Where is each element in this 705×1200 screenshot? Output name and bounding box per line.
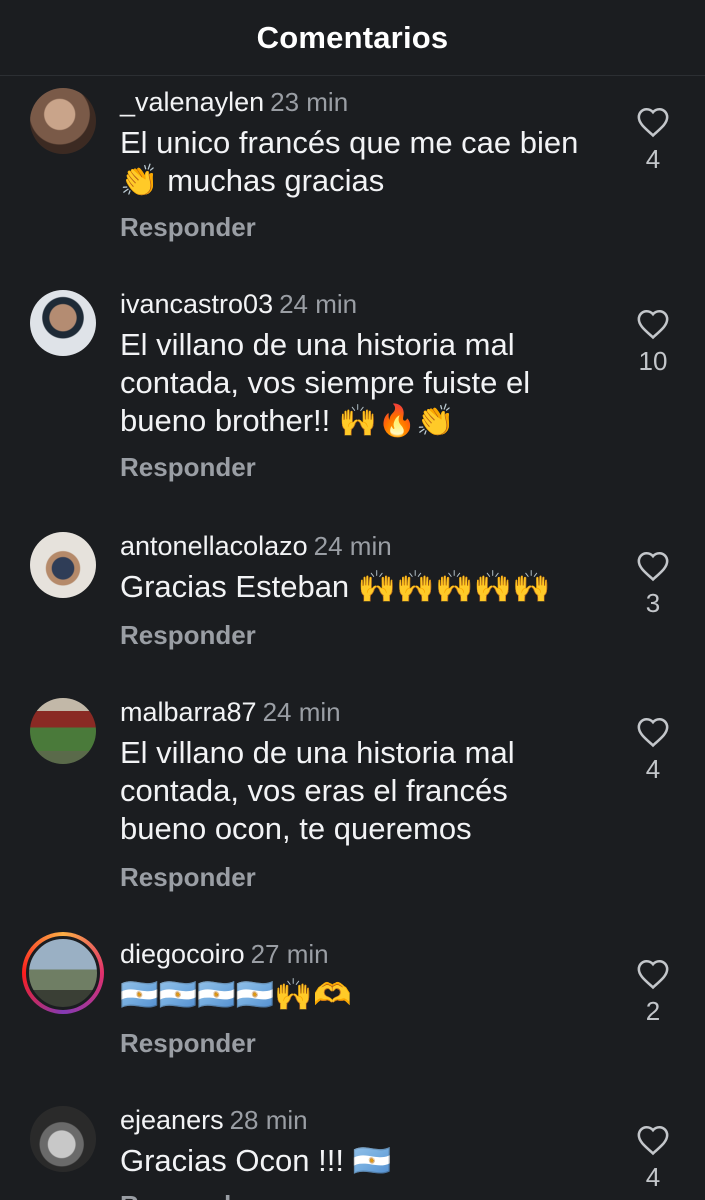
like-control[interactable]: 4 [632, 716, 674, 785]
timestamp: 27 min [250, 939, 329, 969]
like-count: 4 [645, 754, 661, 784]
avatar-story-ring[interactable] [22, 932, 104, 1014]
page-title: Comentarios [256, 19, 449, 55]
comment-text: Gracias Esteban 🙌🙌🙌🙌🙌 [120, 569, 551, 604]
avatar[interactable] [30, 698, 96, 764]
avatar[interactable] [30, 290, 96, 356]
timestamp: 24 min [279, 289, 358, 319]
heart-icon[interactable] [636, 308, 670, 340]
heart-icon[interactable] [636, 1124, 670, 1156]
username[interactable]: antonellacolazo [120, 531, 308, 561]
comment-text: El villano de una historia mal contada, … [120, 327, 531, 438]
comment-text: El unico francés que me cae bien 👏 mucha… [120, 125, 579, 198]
reply-button[interactable]: Responder [120, 620, 256, 651]
timestamp: 24 min [313, 531, 392, 561]
reply-button[interactable]: Responder [120, 1028, 256, 1059]
comment-meta: ejeaners 28 min [120, 1102, 308, 1143]
comment-meta: malbarra87 24 min [120, 694, 341, 735]
avatar [26, 936, 100, 1010]
like-count: 2 [645, 996, 661, 1026]
reply-button[interactable]: Responder [120, 862, 256, 893]
like-control[interactable]: 4 [632, 1124, 674, 1193]
comment-text: 🇦🇷🇦🇷🇦🇷🇦🇷🙌🫶 [120, 977, 352, 1012]
like-count: 10 [638, 346, 668, 376]
comment-meta: antonellacolazo 24 min [120, 528, 392, 569]
timestamp: 24 min [262, 697, 341, 727]
timestamp: 23 min [270, 87, 349, 117]
reply-button[interactable]: Responder [120, 452, 256, 483]
heart-icon[interactable] [636, 958, 670, 990]
comments-header: Comentarios [0, 0, 705, 76]
like-count: 4 [645, 1162, 661, 1192]
heart-icon[interactable] [636, 550, 670, 582]
avatar[interactable] [30, 88, 96, 154]
like-control[interactable]: 3 [632, 550, 674, 619]
username[interactable]: ivancastro03 [120, 289, 273, 319]
timestamp: 28 min [229, 1105, 308, 1135]
reply-button[interactable]: Responder [120, 212, 256, 243]
avatar[interactable] [30, 1106, 96, 1172]
avatar[interactable] [30, 532, 96, 598]
username[interactable]: malbarra87 [120, 697, 257, 727]
like-control[interactable]: 10 [632, 308, 674, 377]
comments-list[interactable]: _valenaylen 23 min El unico francés que m… [0, 78, 705, 1200]
reply-button[interactable]: Responder [120, 1190, 256, 1200]
username[interactable]: ejeaners [120, 1105, 224, 1135]
comment-meta: diegocoiro 27 min [120, 936, 329, 977]
username[interactable]: _valenaylen [120, 87, 264, 117]
heart-icon[interactable] [636, 716, 670, 748]
comment-meta: _valenaylen 23 min [120, 84, 348, 125]
like-control[interactable]: 4 [632, 106, 674, 175]
comment-meta: ivancastro03 24 min [120, 286, 357, 327]
like-count: 3 [645, 588, 661, 618]
comment-text: El villano de una historia mal contada, … [120, 735, 515, 846]
like-control[interactable]: 2 [632, 958, 674, 1027]
heart-icon[interactable] [636, 106, 670, 138]
like-count: 4 [645, 144, 661, 174]
username[interactable]: diegocoiro [120, 939, 245, 969]
comment-text: Gracias Ocon !!! 🇦🇷 [120, 1143, 392, 1178]
